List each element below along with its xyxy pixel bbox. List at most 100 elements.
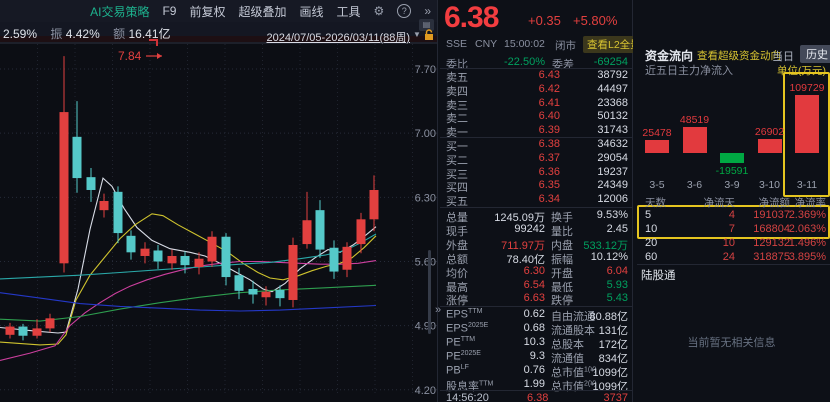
book-row-size[interactable]: 38792 [597,69,628,81]
bar-category-label: 3-10 [758,179,780,191]
unlock-icon[interactable] [423,29,435,41]
menu-item-超级叠加[interactable]: 超级叠加 [239,3,287,20]
candle-body[interactable] [302,220,312,245]
stat-value: 5.43 [606,292,628,305]
fund-table-cell: 2.369% [788,209,826,221]
book-row-size[interactable]: 44497 [597,83,628,95]
high-price-annotation: 7.84 [118,49,142,63]
candle-body[interactable] [248,288,258,295]
candle-body[interactable] [72,136,82,179]
divider [440,306,633,307]
fund-table-cell: 10 [645,223,658,235]
fundamental-value: 10.3 [523,335,545,348]
candle-body[interactable] [153,250,163,262]
menu-item-AI交易策略[interactable]: AI交易策略 [90,3,149,20]
candle-body[interactable] [113,191,123,234]
book-row-price[interactable]: 6.41 [539,97,560,109]
stat-value: 99242 [514,222,545,235]
candle-body[interactable] [342,246,352,270]
last-price: 6.38 [444,1,499,34]
book-row-price[interactable]: 6.37 [539,152,560,164]
more-icon[interactable]: » [424,4,431,18]
book-row-price[interactable]: 6.35 [539,179,560,191]
bar-value-label: 25478 [642,126,672,139]
book-row-size[interactable]: 23368 [597,97,628,109]
menu-item-前复权[interactable]: 前复权 [189,3,225,20]
candle-body[interactable] [275,289,285,299]
candle-body[interactable] [86,177,96,190]
book-row-size[interactable]: 31743 [597,124,628,136]
chevron-down-icon[interactable]: ▼ [413,30,421,39]
book-row-price[interactable]: 6.42 [539,83,560,95]
candle-body[interactable] [207,236,217,262]
candle-body[interactable] [18,326,28,336]
stat-value: 6.04 [606,264,628,277]
stat-value: 10.12% [590,250,628,263]
book-row-size[interactable]: 12006 [597,193,628,205]
candle-body[interactable] [369,189,379,220]
stat-value: 2.45 [606,222,628,235]
book-row-size[interactable]: 24349 [597,179,628,191]
stat-value: 6.54 [523,278,545,291]
tab-history[interactable]: 历史 [800,45,830,63]
new-high-flag-marker [149,39,158,46]
fund-flow-bar[interactable] [682,127,707,153]
price-change: +0.35 [528,13,561,28]
book-row-price[interactable]: 6.40 [539,110,560,122]
book-row-price[interactable]: 6.38 [539,138,560,150]
candle-body[interactable] [140,248,150,256]
candle-body[interactable] [5,326,15,335]
menu-item-工具[interactable]: 工具 [337,3,361,20]
y-axis-tick: 4.20 [415,385,436,397]
candle-body[interactable] [45,318,55,329]
bar-value-label: -19591 [715,165,749,178]
candle-body[interactable] [99,200,109,211]
candle-body[interactable] [356,219,366,245]
date-range-selector[interactable]: 2024/07/05-2026/03/11(88周) [266,29,410,45]
fund-table-cell: 7 [728,223,735,235]
book-row-price[interactable]: 6.34 [539,193,560,205]
fund-table-cell: 5 [645,209,652,221]
book-row-price[interactable]: 6.43 [539,69,560,81]
price-change-pct: +5.80% [573,13,618,28]
candle-body[interactable] [59,112,69,264]
candle-body[interactable] [221,236,231,278]
book-row-size[interactable]: 29054 [597,152,628,164]
empty-state-text: 当前暂无相关信息 [687,337,776,349]
help-icon[interactable]: ? [397,4,412,18]
book-row-size[interactable]: 19237 [597,166,628,178]
candle-body[interactable] [288,244,298,300]
stock-app-window: 7.70 7.00 6.30 5.60 4.90 4.20 7.84 AI交易策略 F9 前复权… [0,0,830,402]
weicha-value: -69254 [593,56,628,68]
candle-body[interactable] [315,210,325,250]
candle-body[interactable] [261,291,271,298]
candle-body[interactable] [329,247,339,272]
book-row-price[interactable]: 6.39 [539,124,560,136]
menu-item-画线[interactable]: 画线 [300,3,324,20]
y-axis-tick: 7.00 [415,128,436,140]
divider [440,137,633,138]
fund-flow-bar[interactable] [757,138,782,153]
fundamental-label: PBLF [446,363,469,377]
tab-today[interactable]: 当日 [772,48,794,64]
chart-scrollbar-thumb[interactable] [428,250,431,334]
fund-flow-bar[interactable] [645,139,669,153]
book-row-size[interactable]: 34632 [597,138,628,150]
candle-body[interactable] [167,255,177,264]
book-row-price[interactable]: 6.36 [539,166,560,178]
menu-item-F9[interactable]: F9 [162,4,176,18]
candle-body[interactable] [180,255,190,266]
fund-table-cell: 20 [645,237,658,249]
divider [440,207,633,208]
candle-body[interactable] [194,258,204,267]
candle-body[interactable] [32,328,42,336]
fund-flow-bar[interactable] [720,153,744,164]
bar-value-label: 26902 [754,125,785,138]
book-row-size[interactable]: 50132 [597,110,628,122]
candlestick-chart[interactable]: 7.70 7.00 6.30 5.60 4.90 4.20 7.84 [0,0,440,402]
fund-flow-bar[interactable] [795,95,819,153]
gear-icon[interactable]: ⚙ [374,4,385,18]
candle-body[interactable] [234,275,244,291]
super-fund-flow-link[interactable]: 查看超级资金动向 [697,48,781,63]
candle-body[interactable] [126,235,136,253]
